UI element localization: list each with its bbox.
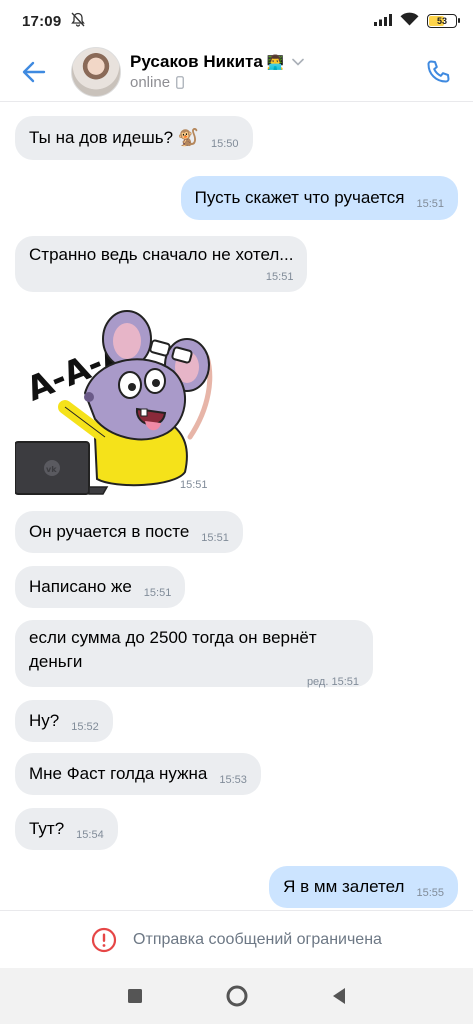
back-nav-button[interactable] (324, 981, 354, 1011)
message-time: 15:51 (265, 271, 294, 283)
recents-button[interactable] (120, 981, 150, 1011)
message-text: Ну? (29, 711, 60, 730)
contact-info[interactable]: Русаков Никита 👨‍💻 online (130, 52, 305, 91)
battery-icon: 53 (427, 14, 460, 28)
back-button[interactable] (17, 55, 51, 89)
status-bar: 17:09 53 (0, 0, 473, 42)
signal-icon (374, 13, 392, 30)
message-incoming[interactable]: Тут? 15:54 (15, 808, 118, 850)
message-time: 15:51 (143, 587, 172, 599)
restriction-text: Отправка сообщений ограничена (133, 930, 382, 948)
chat-header: Русаков Никита 👨‍💻 online (0, 42, 473, 102)
message-time: 15:52 (71, 721, 99, 733)
message-time: 15:53 (219, 774, 247, 786)
message-text: Я в мм залетел (283, 877, 405, 896)
message-outgoing[interactable]: Я в мм залетел 15:55 (269, 866, 458, 908)
messaging-restricted-banner: Отправка сообщений ограничена (0, 910, 473, 968)
message-text: Странно ведь сначало не хотел... (29, 245, 294, 264)
message-incoming[interactable]: Ты на дов идешь? 🐒 15:50 (15, 116, 253, 160)
message-text: Ты на дов идешь? 🐒 (29, 128, 199, 147)
battery-level: 53 (436, 16, 447, 26)
message-text: Написано же (29, 577, 132, 596)
message-text: Пусть скажет что ручается (194, 188, 405, 207)
home-button[interactable] (222, 981, 252, 1011)
sticker-time: 15:51 (176, 478, 212, 492)
circle-icon (226, 985, 247, 1007)
sticker-message[interactable]: А-А-А! vk (14, 297, 220, 497)
mute-icon (71, 12, 86, 31)
message-text: Он ручается в посте (29, 522, 190, 541)
mouse-sticker-image: А-А-А! vk (14, 310, 213, 495)
message-text: Тут? (29, 819, 65, 838)
square-icon (127, 989, 142, 1003)
message-time: 15:50 (210, 138, 239, 150)
message-time: 15:51 (416, 198, 444, 210)
status-time: 17:09 (22, 12, 62, 30)
message-incoming[interactable]: если сумма до 2500 тогда он вернёт деньг… (15, 620, 373, 688)
warning-icon (91, 927, 117, 952)
phone-icon (427, 60, 450, 82)
contact-emoji: 👨‍💻 (266, 53, 285, 70)
message-incoming[interactable]: Написано же 15:51 (15, 566, 186, 608)
avatar[interactable] (71, 46, 121, 97)
wifi-icon (400, 12, 419, 30)
contact-status: online (130, 74, 171, 91)
system-nav-bar (0, 968, 473, 1024)
contact-name: Русаков Никита (130, 52, 263, 71)
svg-text:vk: vk (46, 465, 57, 474)
message-incoming[interactable]: Странно ведь сначало не хотел... 15:51 (15, 236, 308, 292)
message-incoming[interactable]: Он ручается в посте 15:51 (15, 511, 243, 553)
message-time: 15:55 (416, 887, 444, 899)
chevron-down-icon (292, 58, 305, 66)
message-text: Мне Фаст голда нужна (29, 764, 208, 783)
message-time: 15:54 (76, 829, 104, 841)
mobile-icon (176, 76, 184, 89)
message-outgoing[interactable]: Пусть скажет что ручается 15:51 (180, 176, 458, 220)
call-button[interactable] (421, 55, 455, 89)
message-time: 15:51 (201, 532, 229, 544)
message-incoming[interactable]: Ну? 15:52 (15, 700, 113, 742)
message-incoming[interactable]: Мне Фаст голда нужна 15:53 (15, 753, 261, 795)
arrow-left-icon (22, 61, 46, 82)
triangle-back-icon (332, 988, 345, 1004)
message-text: если сумма до 2500 тогда он вернёт деньг… (29, 628, 317, 671)
